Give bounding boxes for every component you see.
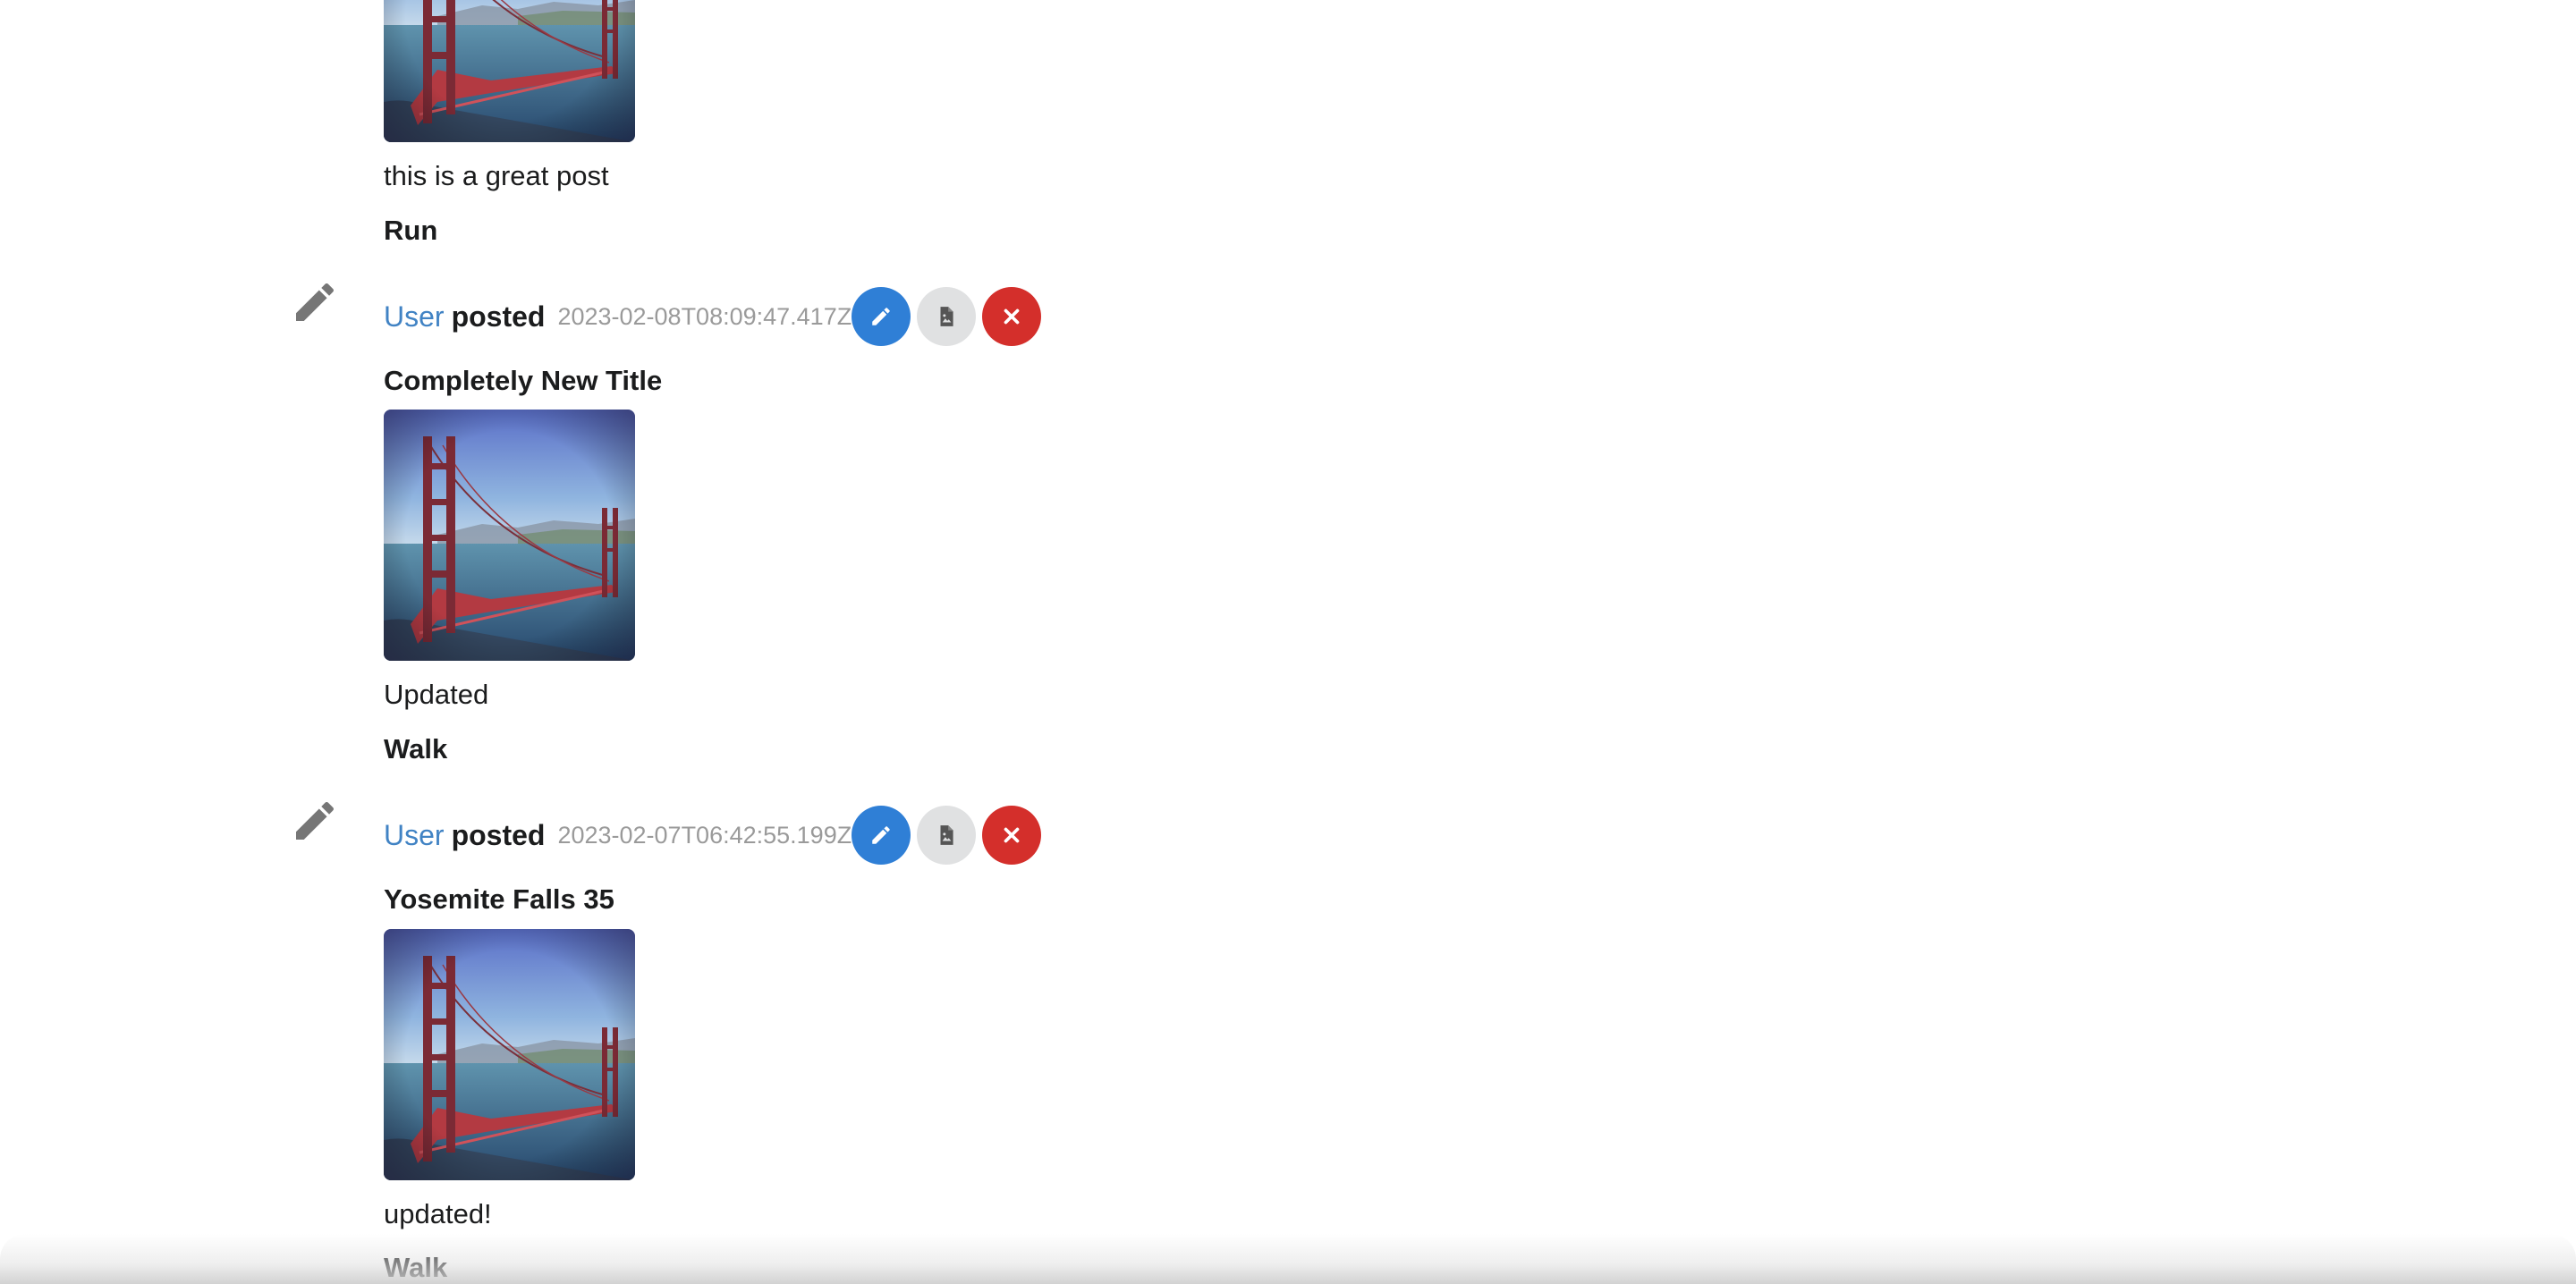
post-date: 2023-02-08T08:09:47.417Z (557, 302, 852, 330)
post-tag: Walk (384, 1252, 448, 1283)
post-image (384, 410, 635, 661)
post-tag: Run (384, 215, 438, 246)
post-title: Yosemite Falls 35 (384, 883, 614, 915)
pencil-icon (290, 277, 340, 327)
user-link[interactable]: User (384, 819, 445, 852)
pencil-icon (290, 796, 340, 846)
file-image-icon (940, 307, 953, 326)
edit-button[interactable] (852, 287, 911, 346)
file-button[interactable] (917, 806, 977, 865)
file-button[interactable] (917, 287, 977, 346)
post-title: Completely New Title (384, 365, 663, 396)
post-image (384, 929, 635, 1180)
post-description: Updated (384, 679, 489, 710)
post-tag: Walk (384, 733, 448, 764)
post-date: 2023-02-07T06:42:55.199Z (557, 821, 852, 849)
close-icon (1004, 827, 1020, 843)
post-image (384, 0, 635, 142)
delete-button[interactable] (982, 806, 1042, 865)
post-summary: User posted 2023-02-07T06:42:55.199Z (384, 803, 1042, 867)
close-icon (1004, 308, 1020, 325)
post-description: this is a great post (384, 160, 609, 191)
delete-button[interactable] (982, 287, 1042, 346)
post-action: posted (451, 818, 546, 851)
post-action: posted (451, 300, 546, 333)
user-link[interactable]: User (384, 300, 445, 334)
post-description: updated! (384, 1198, 492, 1229)
pencil-icon (869, 824, 893, 847)
pencil-icon (869, 305, 893, 328)
activity-feed: this is a great post Run User posted 202… (0, 0, 2576, 1284)
post-summary: User posted 2023-02-08T08:09:47.417Z (384, 284, 1042, 349)
file-image-icon (940, 825, 953, 845)
edit-button[interactable] (852, 806, 911, 865)
